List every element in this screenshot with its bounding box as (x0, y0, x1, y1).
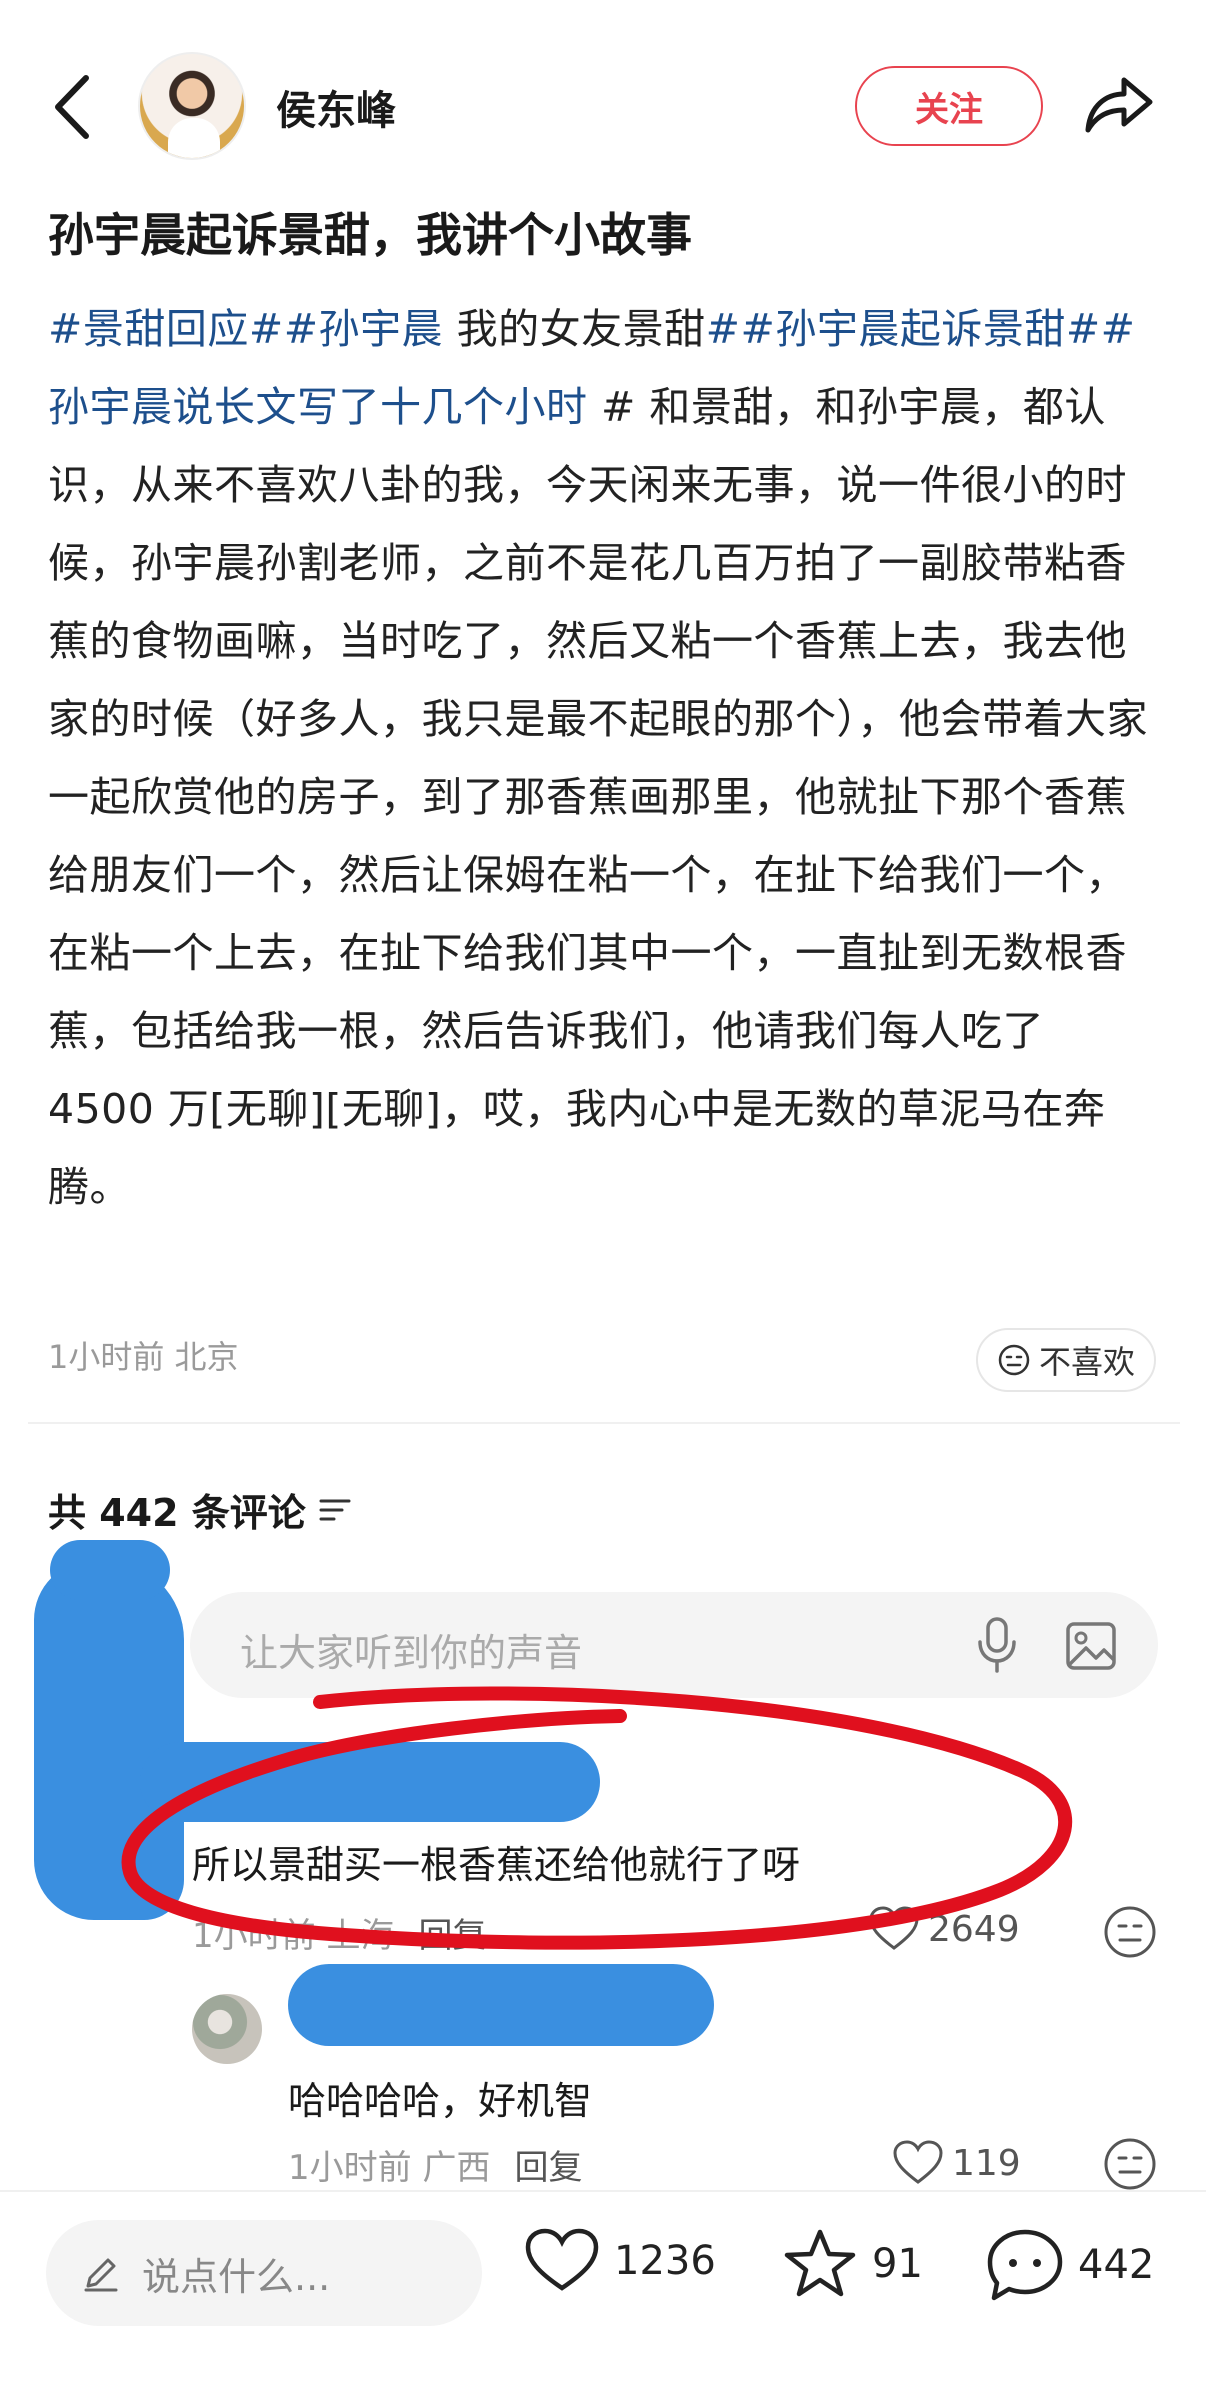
comment-like-button[interactable]: 2649 (868, 1906, 1020, 1952)
comment-input-placeholder: 让大家听到你的声音 (240, 1631, 583, 1675)
heart-icon (525, 2228, 599, 2291)
comment-count[interactable]: 共 442 条评论 (48, 1482, 352, 1537)
like-button[interactable]: 1236 (524, 2228, 716, 2294)
redaction-block (288, 1964, 714, 2046)
commenter-avatar[interactable] (192, 1994, 262, 2064)
comment-bubble-icon (987, 2229, 1063, 2301)
image-icon[interactable] (1064, 1620, 1118, 1672)
redaction-block (140, 1742, 600, 1822)
comment-like-button[interactable]: 119 (892, 2140, 1021, 2186)
post-body-text: 我的女友景甜 (443, 305, 706, 353)
share-icon[interactable] (1082, 72, 1154, 136)
post-header: 侯东峰 关注 (0, 0, 1206, 210)
author-name[interactable]: 侯东峰 (276, 78, 396, 136)
comment-time-location: 1小时前 上海 (192, 1916, 395, 1956)
comment-button[interactable]: 442 (986, 2228, 1154, 2302)
heart-icon (893, 2140, 943, 2184)
comment-text: 哈哈哈哈，好机智 (288, 2079, 593, 2123)
post-time-location: 1小时前 北京 (48, 1338, 239, 1376)
say-something-placeholder: 说点什么... (142, 2254, 331, 2299)
back-arrow-icon[interactable] (48, 72, 98, 142)
say-something-input[interactable]: 说点什么... (46, 2220, 482, 2326)
dislike-label: 不喜欢 (1038, 1343, 1135, 1381)
comment-meta: 1小时前 广西 回复 (288, 2140, 582, 2189)
neutral-face-icon (998, 1344, 1030, 1376)
post-title: 孙宇晨起诉景甜，我讲个小故事 (48, 208, 692, 262)
microphone-icon[interactable] (974, 1616, 1020, 1674)
redaction-block (50, 1540, 170, 1600)
mood-face-icon[interactable] (1102, 1904, 1158, 1960)
pencil-icon (84, 2258, 118, 2292)
author-avatar[interactable] (138, 52, 246, 160)
comment-text: 所以景甜买一根香蕉还给他就行了呀 (192, 1843, 801, 1887)
comment-count-bottom: 442 (1078, 2242, 1155, 2288)
reply-button[interactable]: 回复 (514, 2148, 582, 2188)
hashtag-link[interactable]: #景甜回应##孙宇晨 (48, 305, 443, 353)
comment-meta: 1小时前 上海 回复 (192, 1908, 486, 1957)
comment-like-count: 2649 (928, 1908, 1020, 1950)
like-count: 1236 (614, 2238, 716, 2284)
mood-face-icon[interactable] (1102, 2136, 1158, 2192)
dislike-button[interactable]: 不喜欢 (976, 1328, 1156, 1392)
heart-icon (869, 1906, 919, 1950)
comment-count-label: 共 442 条评论 (48, 1491, 306, 1535)
follow-button[interactable]: 关注 (855, 66, 1043, 146)
bottom-action-bar: 说点什么... 1236 91 442 (0, 2190, 1206, 2389)
comment-time-location: 1小时前 广西 (288, 2148, 491, 2188)
post-body: #景甜回应##孙宇晨 我的女友景甜##孙宇晨起诉景甜##孙宇晨说长文写了十几个小… (48, 290, 1160, 1226)
sort-icon[interactable] (318, 1495, 352, 1525)
reply-button[interactable]: 回复 (418, 1916, 486, 1956)
divider (28, 1422, 1180, 1424)
favorite-count: 91 (872, 2241, 923, 2287)
comment-input[interactable]: 让大家听到你的声音 (190, 1592, 1158, 1698)
favorite-button[interactable]: 91 (782, 2228, 923, 2300)
redaction-block (34, 1560, 184, 1920)
post-body-text: # 和景甜，和孙宇晨，都认识，从来不喜欢八卦的我，今天闲来无事，说一件很小的时候… (48, 383, 1148, 1211)
comment-like-count: 119 (952, 2142, 1021, 2184)
star-icon (784, 2229, 856, 2297)
